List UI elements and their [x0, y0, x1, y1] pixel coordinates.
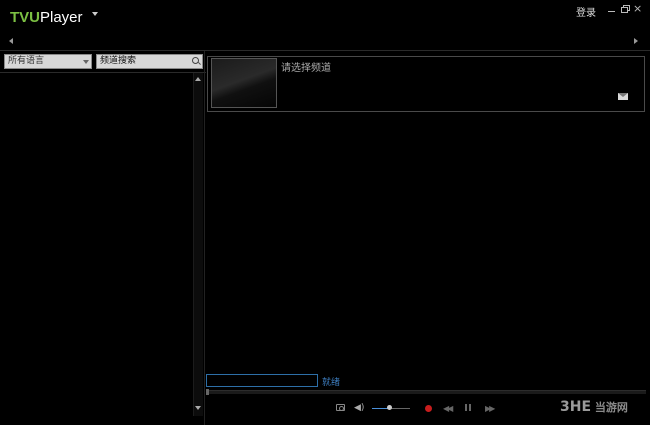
mail-icon[interactable] [618, 93, 628, 100]
record-icon[interactable] [425, 405, 432, 412]
channel-thumbnail [211, 58, 277, 108]
restore-icon-front [621, 7, 628, 13]
app-logo: TVUPlayer [10, 9, 83, 26]
title-divider [0, 50, 650, 51]
scroll-right-icon[interactable] [634, 38, 638, 44]
watermark: 3HE 当游网 [560, 399, 628, 415]
panel-splitter[interactable] [204, 51, 205, 425]
logo-tvu: TVU [10, 9, 40, 26]
language-select[interactable]: 所有语言 [4, 54, 92, 69]
select-channel-prompt: 请选择频道 [281, 63, 331, 74]
pause-bar-left [465, 404, 467, 411]
camera-icon[interactable] [336, 404, 345, 411]
volume-handle[interactable] [387, 405, 392, 410]
channel-list-scrollbar[interactable] [193, 73, 203, 416]
scroll-left-icon[interactable] [9, 38, 13, 44]
progress-handle[interactable] [206, 389, 209, 395]
status-text: 就绪 [322, 378, 341, 388]
scroll-up-icon[interactable] [195, 77, 201, 81]
channel-search-input[interactable]: 频道搜索 [96, 54, 203, 69]
close-button[interactable]: × [633, 2, 642, 15]
watermark-logo: 3HE [560, 399, 592, 415]
login-link[interactable]: 登录 [576, 4, 596, 19]
pause-bar-right [469, 404, 471, 411]
status-input[interactable] [206, 374, 318, 387]
watermark-text: 当游网 [594, 401, 628, 414]
restore-button[interactable] [621, 5, 630, 13]
pause-icon[interactable] [465, 404, 471, 411]
scroll-down-icon[interactable] [195, 406, 201, 410]
playback-progress-bar[interactable] [206, 390, 646, 394]
channel-list[interactable] [0, 73, 192, 416]
volume-icon[interactable]: ◀) [354, 403, 364, 413]
chevron-down-icon[interactable] [83, 60, 89, 64]
fast-forward-icon[interactable]: ▶▶ [485, 404, 495, 413]
minimize-button[interactable] [608, 5, 616, 13]
app-menu-dropdown-icon[interactable] [92, 12, 98, 16]
rewind-icon[interactable]: ◀◀ [443, 404, 453, 413]
search-icon[interactable] [192, 57, 199, 64]
logo-player: Player [40, 9, 83, 26]
